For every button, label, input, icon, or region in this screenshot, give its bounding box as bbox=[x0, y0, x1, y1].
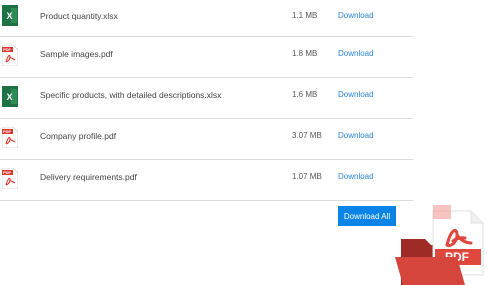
download-link[interactable]: Download bbox=[338, 11, 374, 20]
file-size: 1.07 MB bbox=[292, 172, 322, 181]
file-size: 1.8 MB bbox=[292, 49, 318, 58]
download-all-button[interactable]: Download All bbox=[338, 206, 396, 226]
file-row: X Product quantity.xlsx 1.1 MB Download bbox=[0, 0, 413, 37]
file-row: PDF Sample images.pdf 1.8 MB Download bbox=[0, 37, 413, 78]
file-list: X Product quantity.xlsx 1.1 MB Download … bbox=[0, 0, 413, 201]
file-row: X Specific products, with detailed descr… bbox=[0, 78, 413, 119]
svg-text:X: X bbox=[7, 92, 13, 102]
file-name: Delivery requirements.pdf bbox=[40, 172, 137, 182]
excel-file-icon: X bbox=[2, 86, 18, 107]
svg-text:PDF: PDF bbox=[3, 170, 12, 175]
file-row: PDF Delivery requirements.pdf 1.07 MB Do… bbox=[0, 160, 413, 201]
pdf-file-icon: PDF bbox=[2, 45, 18, 66]
download-link[interactable]: Download bbox=[338, 131, 374, 140]
file-row: PDF Company profile.pdf 3.07 MB Download bbox=[0, 119, 413, 160]
file-size: 3.07 MB bbox=[292, 131, 322, 140]
svg-text:PDF: PDF bbox=[3, 47, 12, 52]
download-link[interactable]: Download bbox=[338, 49, 374, 58]
file-name: Company profile.pdf bbox=[40, 131, 117, 141]
pdf-folder-icon: PDF bbox=[395, 205, 484, 285]
pdf-file-icon: PDF bbox=[2, 127, 18, 148]
excel-file-icon: X bbox=[2, 5, 18, 26]
pdf-file-icon: PDF bbox=[2, 168, 18, 189]
download-link[interactable]: Download bbox=[338, 172, 374, 181]
file-name: Sample images.pdf bbox=[40, 49, 113, 59]
svg-text:X: X bbox=[7, 11, 13, 21]
file-size: 1.6 MB bbox=[292, 90, 318, 99]
file-name: Specific products, with detailed descrip… bbox=[40, 90, 222, 100]
svg-text:PDF: PDF bbox=[3, 129, 12, 134]
download-link[interactable]: Download bbox=[338, 90, 374, 99]
file-size: 1.1 MB bbox=[292, 11, 318, 20]
file-name: Product quantity.xlsx bbox=[40, 11, 118, 21]
